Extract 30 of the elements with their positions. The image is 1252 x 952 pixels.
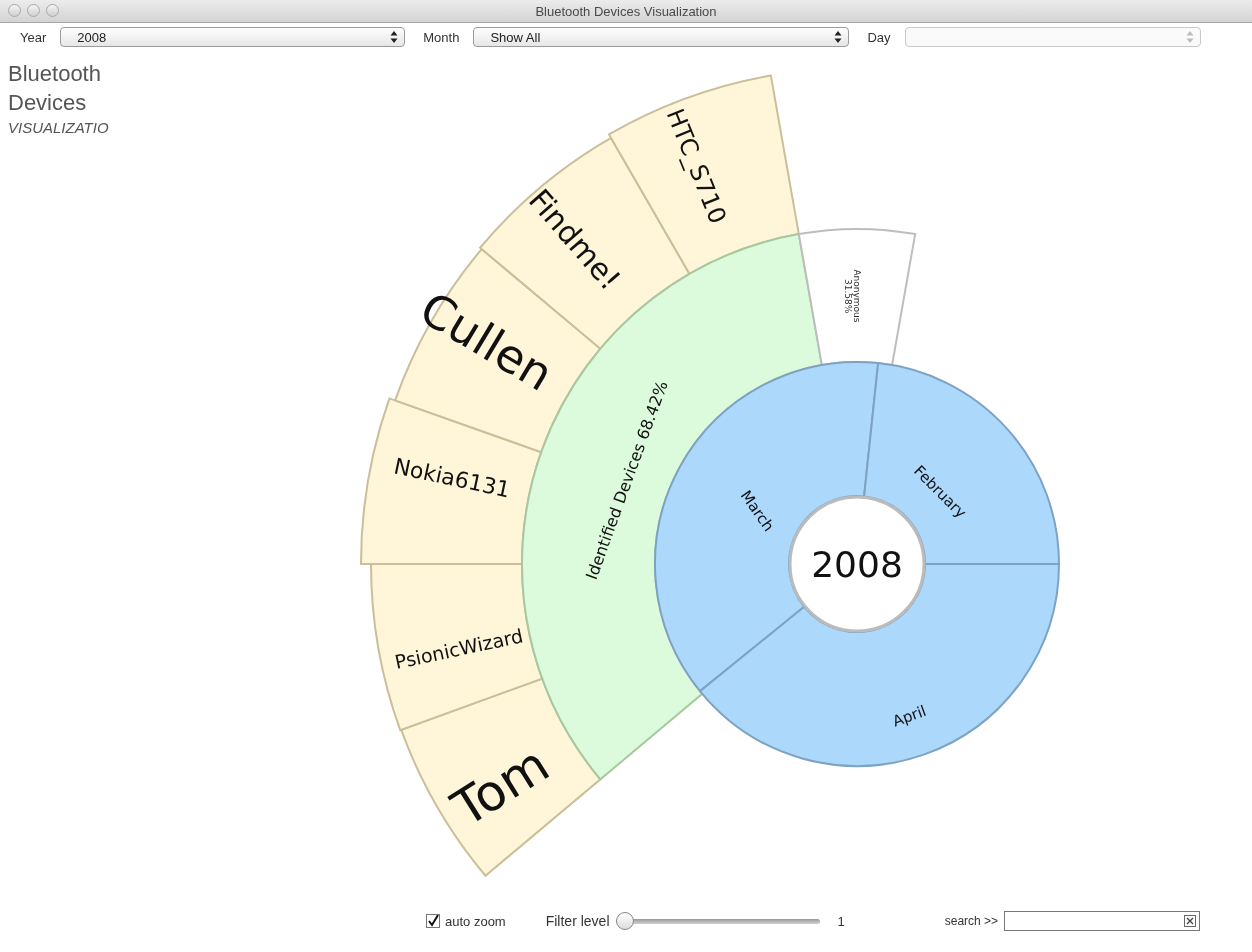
auto-zoom-checkbox[interactable] (426, 914, 440, 928)
group-label: Anonymous (852, 269, 862, 323)
window-control-icon[interactable] (8, 4, 21, 17)
window-control-icon[interactable] (46, 4, 59, 17)
filter-level-label: Filter level (545, 913, 610, 929)
check-icon (427, 915, 439, 927)
device-label: Tom (442, 735, 560, 838)
filter-label: Year (20, 29, 47, 45)
filter-dropdown[interactable]: Show All (473, 27, 850, 47)
clear-icon[interactable] (1184, 915, 1197, 927)
device-segment[interactable] (400, 677, 602, 877)
checkbox-label: auto zoom (445, 913, 506, 929)
search-field[interactable] (1004, 911, 1201, 931)
stepper-icon (834, 31, 843, 43)
app-subtitle: VISUALIZATIO (8, 119, 110, 136)
group-segment[interactable] (797, 228, 917, 367)
filter-slider[interactable] (615, 912, 820, 930)
app-title: Bluetooth Devices (8, 60, 102, 117)
slider-thumb[interactable] (615, 912, 634, 930)
filter-level-value: 1 (837, 913, 845, 929)
filter-label: Day (867, 29, 891, 45)
search-label: search >> (944, 914, 999, 928)
filter-dropdown[interactable]: 2008 (60, 27, 406, 47)
stepper-icon (1185, 31, 1194, 43)
stepper-icon (390, 31, 399, 43)
window-control-icon[interactable] (27, 4, 40, 17)
window-title: Bluetooth Devices Visualization (535, 3, 717, 19)
center-label: 2008 (811, 543, 903, 585)
month-label: April (890, 701, 929, 731)
filter-label: Month (423, 29, 460, 45)
